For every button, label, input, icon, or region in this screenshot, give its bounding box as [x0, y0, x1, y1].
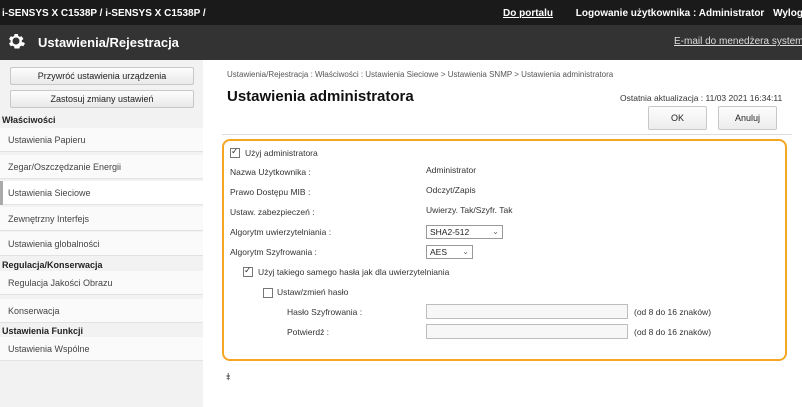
sidebar-item-interface[interactable]: Zewnętrzny Interfejs — [0, 207, 203, 231]
use-admin-checkbox[interactable] — [230, 146, 240, 158]
sidebar-item-maintenance[interactable]: Konserwacja — [0, 299, 203, 323]
restore-settings-button[interactable]: Przywróć ustawienia urządzenia — [10, 67, 194, 85]
enc-password-label: Hasło Szyfrowania : — [287, 307, 363, 317]
enc-algorithm-label: Algorytm Szyfrowania : — [230, 247, 317, 257]
email-admin-link[interactable]: E-mail do menedżera systemu — [674, 36, 802, 47]
username-value: Administrator — [426, 165, 477, 175]
scroll-to-top-icon[interactable]: ⯒ — [226, 370, 230, 387]
page-title: Ustawienia administratora — [227, 88, 414, 105]
sidebar-item-image-quality[interactable]: Regulacja Jakości Obrazu — [0, 271, 203, 295]
title-bar: Ustawienia/Rejestracja E-mail do menedże… — [0, 25, 802, 60]
same-password-label: Użyj takiego samego hasła jak dla uwierz… — [258, 267, 450, 277]
username-label: Nazwa Użytkownika : — [230, 167, 311, 177]
sidebar-item-common[interactable]: Ustawienia Wspólne — [0, 337, 203, 361]
confirm-password-label: Potwierdź : — [287, 327, 330, 337]
last-updated: Ostatnia aktualizacja : 11/03 2021 16:34… — [620, 93, 783, 103]
confirm-password-input[interactable] — [426, 324, 628, 339]
breadcrumb: Ustawienia/Rejestracja : Właściwości : U… — [227, 70, 614, 79]
chevron-down-icon: ⌄ — [492, 227, 499, 236]
sidebar: Przywróć ustawienia urządzenia Zastosuj … — [0, 60, 203, 407]
security-value: Uwierzy. Tak/Szyfr. Tak — [426, 205, 513, 215]
enc-algorithm-value: AES — [430, 247, 448, 257]
portal-link[interactable]: Do portalu — [503, 8, 553, 19]
sidebar-heading-functions: Ustawienia Funkcji — [2, 326, 84, 336]
auth-algorithm-select[interactable]: SHA2-512 ⌄ — [426, 225, 503, 239]
sidebar-item-paper[interactable]: Ustawienia Papieru — [0, 128, 203, 152]
login-user: Logowanie użytkownika : Administrator — [575, 8, 765, 19]
auth-algorithm-label: Algorytm uwierzytelniania : — [230, 227, 332, 237]
top-bar: i-SENSYS X C1538P / i-SENSYS X C1538P / … — [0, 0, 802, 25]
sidebar-heading-maintenance: Regulacja/Konserwacja — [2, 260, 103, 270]
sidebar-item-network[interactable]: Ustawienia Sieciowe — [0, 181, 203, 205]
apply-changes-button[interactable]: Zastosuj zmiany ustawień — [10, 90, 194, 108]
security-label: Ustaw. zabezpieczeń : — [230, 207, 315, 217]
auth-algorithm-value: SHA2-512 — [430, 227, 470, 237]
page-section-title: Ustawienia/Rejestracja — [38, 35, 179, 50]
logout-link[interactable]: Wyloguj się — [773, 8, 802, 19]
sidebar-item-global[interactable]: Ustawienia globalności — [0, 232, 203, 256]
enc-algorithm-select[interactable]: AES ⌄ — [426, 245, 473, 259]
use-admin-label: Użyj administratora — [245, 148, 318, 158]
sidebar-item-timer[interactable]: Zegar/Oszczędzanie Energii — [0, 155, 203, 179]
ok-button[interactable]: OK — [648, 106, 707, 130]
gear-icon — [9, 34, 25, 49]
divider — [222, 134, 792, 135]
chevron-down-icon: ⌄ — [462, 247, 469, 256]
mib-access-value: Odczyt/Zapis — [426, 185, 476, 195]
same-password-checkbox[interactable] — [243, 265, 253, 277]
set-password-label: Ustaw/zmień hasło — [277, 287, 349, 297]
enc-password-input[interactable] — [426, 304, 628, 319]
mib-access-label: Prawo Dostępu MIB : — [230, 187, 311, 197]
cancel-button[interactable]: Anuluj — [718, 106, 777, 130]
enc-password-hint: (od 8 do 16 znaków) — [634, 307, 712, 317]
confirm-password-hint: (od 8 do 16 znaków) — [634, 327, 712, 337]
sidebar-heading-properties: Właściwości — [2, 115, 56, 125]
set-password-checkbox[interactable] — [263, 288, 273, 298]
device-model: i-SENSYS X C1538P / i-SENSYS X C1538P / — [2, 8, 206, 19]
top-links: Do portalu Logowanie użytkownika : Admin… — [503, 8, 802, 19]
